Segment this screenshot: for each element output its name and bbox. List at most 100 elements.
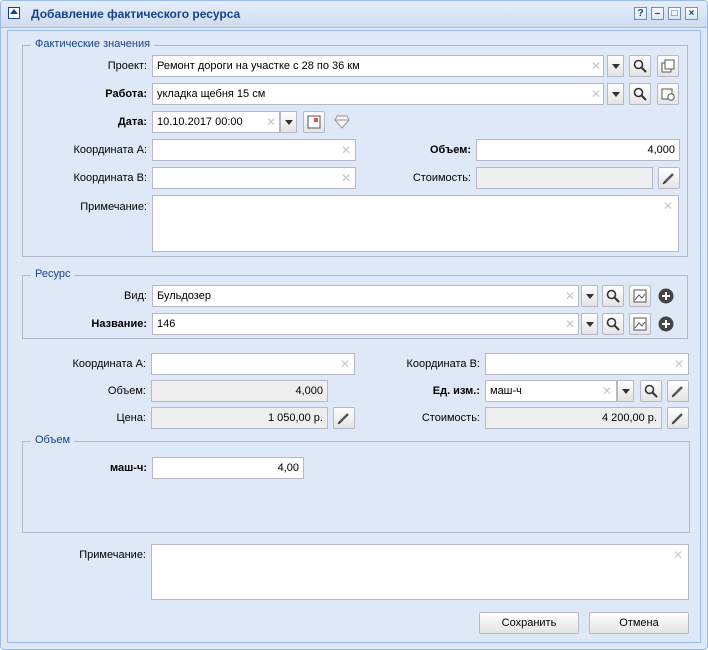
image-icon — [633, 289, 647, 303]
dialog-window: Добавление фактического ресурса ? – □ × … — [0, 0, 708, 650]
kind-search-button[interactable] — [602, 285, 624, 307]
work-combo[interactable]: укладка щебня 15 см — [152, 83, 604, 105]
fact-values-group: Фактические значения Проект: Ремонт доро… — [22, 38, 688, 257]
resource-group: Ресурс Вид: Бульдозер ✕ Название: 146 ✕ — [22, 268, 688, 339]
name-add-button[interactable] — [655, 313, 677, 335]
detail-volume-field: 4,000 — [151, 380, 328, 402]
detail-coord-a-label: Координата А: — [72, 358, 146, 370]
unit-search-button[interactable] — [640, 380, 662, 402]
cancel-button[interactable]: Отмена — [589, 612, 689, 634]
fact-note-textarea[interactable] — [152, 195, 679, 252]
volume-legend: Объем — [31, 434, 75, 446]
clear-icon[interactable]: ✕ — [591, 56, 601, 76]
detail-volume-label: Объем: — [107, 385, 146, 397]
detail-coord-b-field[interactable] — [485, 353, 689, 375]
coord-a-label: Координата А: — [73, 144, 147, 156]
calendar-clock-icon — [661, 88, 675, 101]
volume-group: Объем маш-ч: 4,00 — [22, 434, 690, 533]
title-bar[interactable]: Добавление фактического ресурса ? – □ × — [1, 1, 707, 28]
work-search-button[interactable] — [629, 83, 651, 105]
edit-icon — [671, 413, 683, 425]
calendar-icon — [307, 115, 321, 129]
clear-icon[interactable]: ✕ — [674, 354, 684, 374]
edit-icon — [337, 413, 349, 425]
clear-icon[interactable]: ✕ — [591, 84, 601, 104]
window-title: Добавление фактического ресурса — [31, 7, 241, 21]
date-calendar-button[interactable] — [303, 111, 325, 133]
machine-hours-field[interactable]: 4,00 — [152, 457, 304, 479]
detail-coord-b-label: Координата В: — [406, 358, 480, 370]
date-label: Дата: — [117, 116, 147, 128]
work-dropdown-trigger[interactable] — [607, 83, 624, 105]
project-combo[interactable]: Ремонт дороги на участке с 28 по 36 км — [152, 55, 604, 77]
name-search-button[interactable] — [602, 313, 624, 335]
unit-dropdown-trigger[interactable] — [617, 380, 634, 402]
edit-icon — [662, 173, 674, 185]
clear-icon[interactable]: ✕ — [341, 140, 351, 160]
bottom-note-label: Примечание: — [79, 549, 146, 561]
kind-combo[interactable]: Бульдозер — [152, 285, 579, 307]
plus-icon — [658, 316, 674, 332]
clear-icon[interactable]: ✕ — [266, 112, 276, 132]
project-dropdown-trigger[interactable] — [607, 55, 624, 77]
window-icon — [8, 7, 20, 19]
work-label: Работа: — [105, 88, 147, 100]
volume-field[interactable]: 4,000 — [476, 139, 680, 161]
image-icon — [633, 317, 647, 331]
search-icon — [633, 87, 647, 101]
price-field: 1 050,00 р. — [151, 407, 328, 429]
volume-label: Объем: — [430, 144, 471, 156]
price-edit-button[interactable] — [333, 407, 355, 429]
project-search-button[interactable] — [629, 55, 651, 77]
clear-icon[interactable]: ✕ — [663, 196, 673, 216]
project-stack-button[interactable] — [657, 55, 679, 77]
save-button[interactable]: Сохранить — [479, 612, 579, 634]
resource-legend: Ресурс — [31, 268, 75, 280]
clear-icon[interactable]: ✕ — [565, 286, 575, 306]
price-label: Цена: — [116, 412, 146, 424]
work-calendar-button[interactable] — [657, 83, 679, 105]
detail-cost-label: Стоимость: — [421, 412, 480, 424]
detail-cost-edit-button[interactable] — [667, 407, 689, 429]
coord-a-field[interactable] — [152, 139, 356, 161]
kind-image-button[interactable] — [629, 285, 651, 307]
minimize-icon[interactable]: – — [651, 7, 664, 20]
plus-icon — [658, 288, 674, 304]
search-icon — [644, 384, 658, 398]
clear-icon[interactable]: ✕ — [673, 545, 683, 565]
kind-add-button[interactable] — [655, 285, 677, 307]
unit-combo[interactable]: маш-ч — [485, 380, 617, 402]
gem-icon — [334, 115, 350, 129]
unit-edit-button[interactable] — [667, 380, 689, 402]
kind-label: Вид: — [124, 290, 147, 302]
clear-icon[interactable]: ✕ — [341, 168, 351, 188]
name-label: Название: — [91, 318, 147, 330]
clear-icon[interactable]: ✕ — [602, 381, 612, 401]
help-icon[interactable]: ? — [634, 7, 647, 20]
name-dropdown-trigger[interactable] — [581, 313, 598, 335]
coord-b-field[interactable] — [152, 167, 356, 189]
cost-label: Стоимость: — [412, 172, 471, 184]
clear-icon[interactable]: ✕ — [340, 354, 350, 374]
close-icon[interactable]: × — [685, 7, 698, 20]
fact-legend: Фактические значения — [31, 38, 155, 50]
note-label: Примечание: — [80, 201, 147, 213]
maximize-icon[interactable]: □ — [668, 7, 681, 20]
cost-edit-button[interactable] — [658, 167, 680, 189]
date-dropdown-trigger[interactable] — [280, 111, 297, 133]
name-image-button[interactable] — [629, 313, 651, 335]
dialog-body: Фактические значения Проект: Ремонт доро… — [7, 30, 701, 643]
date-gem-button[interactable] — [330, 111, 352, 133]
detail-coord-a-field[interactable] — [151, 353, 355, 375]
detail-cost-field: 4 200,00 р. — [485, 407, 662, 429]
bottom-note-textarea[interactable] — [151, 544, 689, 600]
name-combo[interactable]: 146 — [152, 313, 579, 335]
edit-icon — [671, 386, 683, 398]
search-icon — [606, 317, 620, 331]
kind-dropdown-trigger[interactable] — [581, 285, 598, 307]
project-label: Проект: — [107, 60, 147, 72]
machine-hours-label: маш-ч: — [110, 462, 147, 474]
clear-icon[interactable]: ✕ — [565, 314, 575, 334]
date-field[interactable]: 10.10.2017 00:00 — [152, 111, 280, 133]
search-icon — [633, 59, 647, 73]
